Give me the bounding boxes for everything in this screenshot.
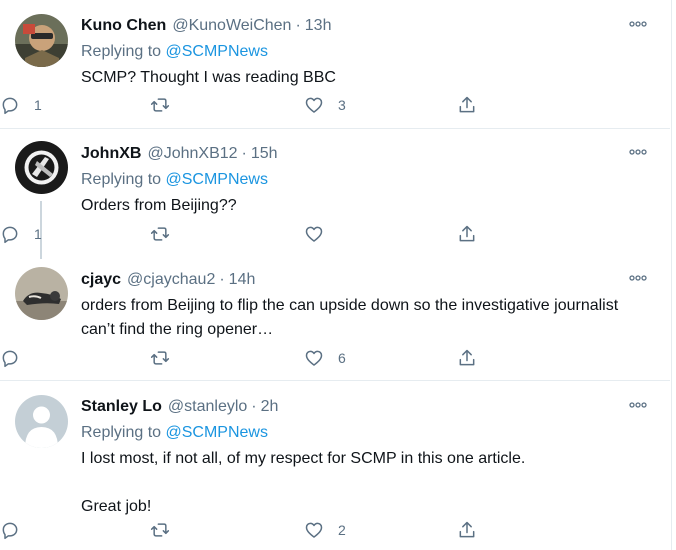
reply-button[interactable]: 1 bbox=[0, 222, 42, 246]
tweet-actions: 1 3 bbox=[0, 93, 670, 117]
tweet-header: JohnXB @JohnXB12 · 15h bbox=[81, 144, 650, 164]
replying-to-label: Replying to bbox=[81, 43, 166, 60]
share-button[interactable] bbox=[457, 346, 477, 370]
retweet-button[interactable] bbox=[150, 346, 184, 370]
tweet-content: Kuno Chen @KunoWeiChen · 13h Replying to… bbox=[81, 16, 650, 90]
more-icon bbox=[629, 402, 647, 408]
tweet-content: cjayc @cjaychau2 · 14h orders from Beiji… bbox=[81, 270, 650, 342]
like-icon bbox=[305, 97, 323, 113]
display-name[interactable]: Stanley Lo bbox=[81, 397, 162, 417]
replying-to-link[interactable]: @SCMPNews bbox=[166, 424, 268, 441]
like-count: 6 bbox=[338, 350, 346, 366]
more-icon bbox=[629, 149, 647, 155]
display-name[interactable]: cjayc bbox=[81, 270, 121, 290]
retweet-button[interactable] bbox=[150, 518, 184, 542]
reply-button[interactable]: 1 bbox=[0, 93, 42, 117]
separator-dot: · bbox=[241, 145, 247, 162]
avatar[interactable] bbox=[15, 395, 68, 448]
reply-icon bbox=[2, 97, 18, 115]
share-icon bbox=[459, 96, 475, 113]
display-name[interactable]: JohnXB bbox=[81, 144, 141, 164]
avatar[interactable] bbox=[15, 14, 68, 67]
tweet-stanley-lo[interactable]: Stanley Lo @stanleylo · 2h Replying to @… bbox=[0, 381, 670, 550]
reply-count: 1 bbox=[34, 226, 42, 242]
like-button[interactable] bbox=[304, 222, 338, 246]
tweet-actions: 2 bbox=[0, 518, 670, 542]
replying-to: Replying to @SCMPNews bbox=[81, 42, 650, 62]
share-button[interactable] bbox=[457, 222, 477, 246]
separator-dot: · bbox=[219, 271, 225, 288]
tweet-actions: 6 bbox=[0, 346, 670, 370]
tweet-text: orders from Beijing to flip the can upsi… bbox=[81, 297, 619, 338]
display-name[interactable]: Kuno Chen bbox=[81, 16, 166, 36]
replying-to-label: Replying to bbox=[81, 424, 166, 441]
like-icon bbox=[305, 522, 323, 538]
tweet-text: SCMP? Thought I was reading BBC bbox=[81, 69, 336, 86]
reply-icon bbox=[2, 226, 18, 244]
tweet-content: Stanley Lo @stanleylo · 2h Replying to @… bbox=[81, 397, 650, 519]
replying-to-label: Replying to bbox=[81, 171, 166, 188]
like-count: 2 bbox=[338, 522, 346, 538]
replying-to-link[interactable]: @SCMPNews bbox=[166, 43, 268, 60]
like-button[interactable]: 6 bbox=[304, 346, 346, 370]
user-handle[interactable]: @cjaychau2 bbox=[127, 270, 215, 290]
more-icon bbox=[629, 21, 647, 27]
like-icon bbox=[305, 350, 323, 366]
tweet-actions: 1 bbox=[0, 222, 670, 246]
timestamp[interactable]: 15h bbox=[251, 144, 278, 164]
tweet-text: I lost most, if not all, of my respect f… bbox=[81, 450, 526, 515]
user-handle[interactable]: @KunoWeiChen bbox=[172, 16, 291, 36]
reply-icon bbox=[2, 522, 18, 540]
tweet-kuno-chen[interactable]: Kuno Chen @KunoWeiChen · 13h Replying to… bbox=[0, 0, 670, 128]
timestamp[interactable]: 2h bbox=[261, 397, 279, 417]
user-handle[interactable]: @stanleylo bbox=[168, 397, 247, 417]
reply-button[interactable] bbox=[0, 346, 34, 370]
replying-to: Replying to @SCMPNews bbox=[81, 170, 650, 190]
retweet-icon bbox=[150, 351, 170, 365]
retweet-icon bbox=[150, 227, 170, 241]
share-icon bbox=[459, 349, 475, 366]
retweet-button[interactable] bbox=[150, 93, 184, 117]
separator-dot: · bbox=[251, 398, 257, 415]
more-button[interactable] bbox=[626, 142, 650, 162]
reply-count: 1 bbox=[34, 97, 42, 113]
retweet-icon bbox=[150, 523, 170, 537]
tweet-header: Kuno Chen @KunoWeiChen · 13h bbox=[81, 16, 650, 36]
like-count: 3 bbox=[338, 97, 346, 113]
more-icon bbox=[629, 275, 647, 281]
tweet-johnxb[interactable]: JohnXB @JohnXB12 · 15h Replying to @SCMP… bbox=[0, 129, 670, 259]
user-handle[interactable]: @JohnXB12 bbox=[147, 144, 237, 164]
share-button[interactable] bbox=[457, 93, 477, 117]
retweet-button[interactable] bbox=[150, 222, 184, 246]
share-icon bbox=[459, 521, 475, 538]
avatar[interactable] bbox=[15, 141, 68, 194]
more-button[interactable] bbox=[626, 395, 650, 415]
tweet-cjayc[interactable]: cjayc @cjaychau2 · 14h orders from Beiji… bbox=[0, 254, 670, 380]
timestamp[interactable]: 14h bbox=[229, 270, 256, 290]
tweet-header: cjayc @cjaychau2 · 14h bbox=[81, 270, 650, 290]
tweet-header: Stanley Lo @stanleylo · 2h bbox=[81, 397, 650, 417]
tweet-text: Orders from Beijing?? bbox=[81, 197, 237, 214]
share-icon bbox=[459, 225, 475, 242]
like-button[interactable]: 3 bbox=[304, 93, 346, 117]
like-button[interactable]: 2 bbox=[304, 518, 346, 542]
share-button[interactable] bbox=[457, 518, 477, 542]
tweet-content: JohnXB @JohnXB12 · 15h Replying to @SCMP… bbox=[81, 144, 650, 218]
retweet-icon bbox=[150, 98, 170, 112]
reply-thread: Kuno Chen @KunoWeiChen · 13h Replying to… bbox=[0, 0, 672, 550]
like-icon bbox=[305, 226, 323, 242]
replying-to: Replying to @SCMPNews bbox=[81, 423, 650, 443]
avatar[interactable] bbox=[15, 267, 68, 320]
more-button[interactable] bbox=[626, 268, 650, 288]
reply-icon bbox=[2, 350, 18, 368]
reply-button[interactable] bbox=[0, 518, 34, 542]
replying-to-link[interactable]: @SCMPNews bbox=[166, 171, 268, 188]
separator-dot: · bbox=[295, 17, 301, 34]
timestamp[interactable]: 13h bbox=[305, 16, 332, 36]
more-button[interactable] bbox=[626, 14, 650, 34]
